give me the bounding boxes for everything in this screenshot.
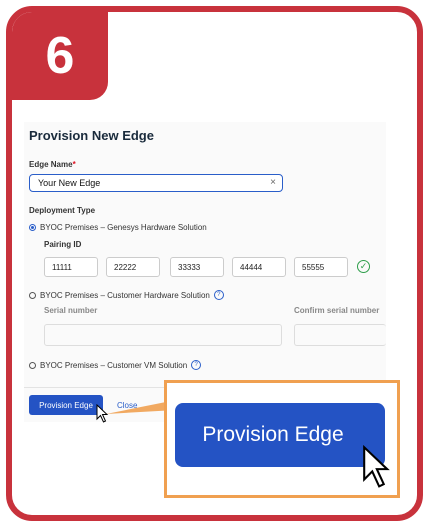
zoom-callout: Provision Edge bbox=[164, 380, 400, 498]
mouse-pointer-icon bbox=[363, 445, 390, 488]
zoomed-provision-edge-button[interactable]: Provision Edge bbox=[175, 403, 385, 467]
